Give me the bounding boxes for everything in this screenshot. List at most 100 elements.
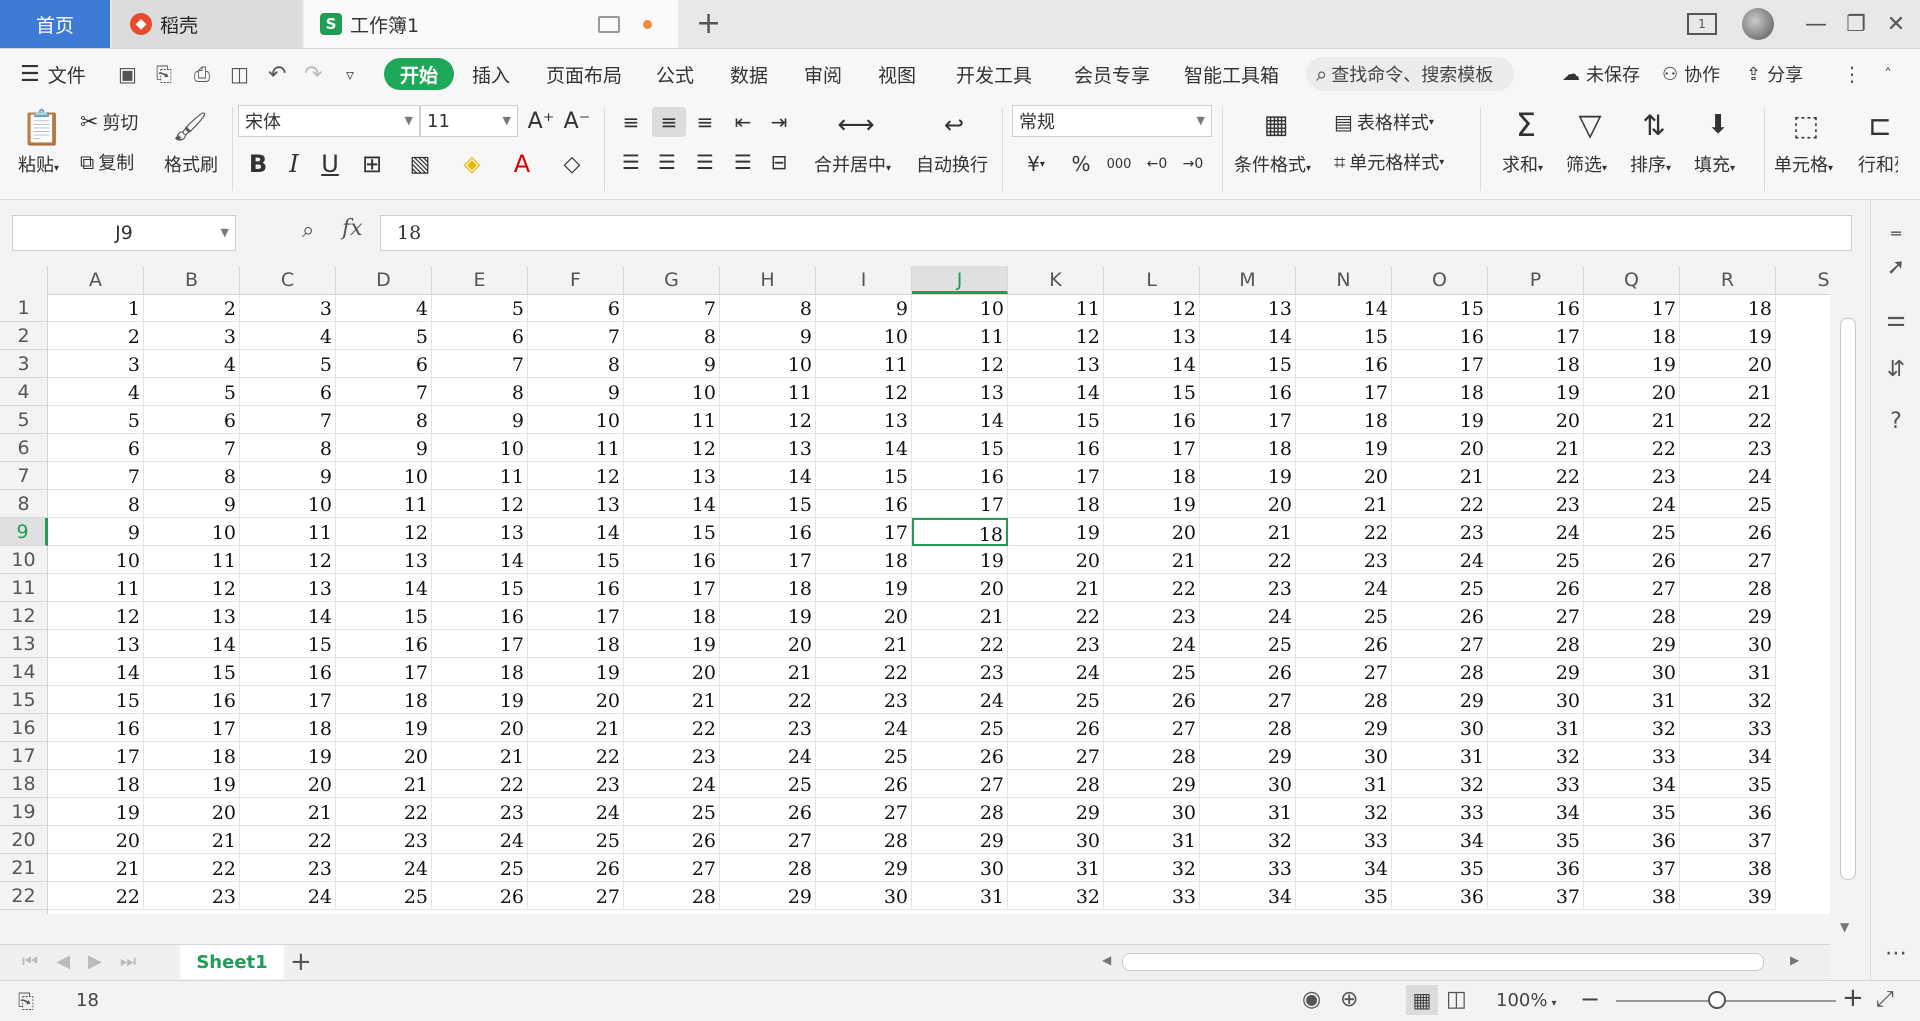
cell[interactable]: 30 bbox=[912, 854, 1008, 882]
number-format-select[interactable]: 常规 ▼ bbox=[1012, 105, 1212, 137]
cell[interactable]: 20 bbox=[1392, 434, 1488, 462]
cell[interactable]: 27 bbox=[1488, 602, 1584, 630]
column-header-f[interactable]: F bbox=[528, 266, 624, 294]
cell[interactable]: 24 bbox=[912, 686, 1008, 714]
cell[interactable]: 14 bbox=[720, 462, 816, 490]
merge-center-icon[interactable]: ⟷ bbox=[836, 109, 876, 141]
row-header-2[interactable]: 2 bbox=[0, 322, 48, 350]
row-header-12[interactable]: 12 bbox=[0, 602, 48, 630]
cell[interactable]: 31 bbox=[1296, 770, 1392, 798]
row-header-10[interactable]: 10 bbox=[0, 546, 48, 574]
cell[interactable]: 27 bbox=[1008, 742, 1104, 770]
cell[interactable]: 25 bbox=[912, 714, 1008, 742]
cell[interactable]: 26 bbox=[1392, 602, 1488, 630]
cell[interactable]: 20 bbox=[240, 770, 336, 798]
fx-icon[interactable]: fx bbox=[342, 216, 363, 241]
distribute-icon[interactable]: ⊟ bbox=[764, 147, 794, 177]
cell[interactable]: 13 bbox=[1200, 294, 1296, 322]
paste-icon[interactable]: 📋 bbox=[20, 105, 64, 151]
cell[interactable]: 24 bbox=[240, 882, 336, 910]
cell[interactable]: 13 bbox=[1104, 322, 1200, 350]
cell[interactable]: 28 bbox=[1392, 658, 1488, 686]
cell[interactable]: 5 bbox=[144, 378, 240, 406]
cell[interactable]: 8 bbox=[240, 434, 336, 462]
cell[interactable]: 23 bbox=[1104, 602, 1200, 630]
cell[interactable]: 22 bbox=[912, 630, 1008, 658]
cell[interactable]: 23 bbox=[912, 658, 1008, 686]
cell-style-button[interactable]: ⌗ 单元格样式 ▾ bbox=[1334, 149, 1444, 175]
cell[interactable]: 14 bbox=[528, 518, 624, 546]
cell[interactable]: 7 bbox=[240, 406, 336, 434]
row-header-20[interactable]: 20 bbox=[0, 826, 48, 854]
column-header-q[interactable]: Q bbox=[1584, 266, 1680, 294]
cell[interactable]: 22 bbox=[1200, 546, 1296, 574]
cell[interactable]: 22 bbox=[432, 770, 528, 798]
cell[interactable]: 23 bbox=[1392, 518, 1488, 546]
row-header-17[interactable]: 17 bbox=[0, 742, 48, 770]
cell[interactable]: 19 bbox=[720, 602, 816, 630]
decimal-increase-icon[interactable]: ←0 bbox=[1142, 147, 1172, 181]
cell[interactable]: 32 bbox=[1584, 714, 1680, 742]
table-style-button[interactable]: ▤ 表格样式 ▾ bbox=[1334, 109, 1434, 135]
menu-data[interactable]: 数据 bbox=[730, 49, 768, 99]
zoom-slider[interactable] bbox=[1616, 1000, 1836, 1002]
cell[interactable]: 25 bbox=[432, 854, 528, 882]
cell[interactable]: 8 bbox=[336, 406, 432, 434]
cell[interactable]: 27 bbox=[1104, 714, 1200, 742]
menu-insert[interactable]: 插入 bbox=[472, 49, 510, 99]
cell[interactable]: 16 bbox=[816, 490, 912, 518]
cell[interactable]: 24 bbox=[528, 798, 624, 826]
cell[interactable]: 20 bbox=[1008, 546, 1104, 574]
cell[interactable]: 20 bbox=[720, 630, 816, 658]
cell[interactable]: 32 bbox=[1488, 742, 1584, 770]
sheet-nav-icon[interactable]: ⏮◀▶⏭ bbox=[22, 951, 154, 972]
cell[interactable]: 9 bbox=[528, 378, 624, 406]
cell[interactable]: 29 bbox=[816, 854, 912, 882]
row-header-15[interactable]: 15 bbox=[0, 686, 48, 714]
cell[interactable]: 3 bbox=[48, 350, 144, 378]
cell[interactable]: 18 bbox=[624, 602, 720, 630]
cell[interactable]: 21 bbox=[1584, 406, 1680, 434]
cell[interactable]: 9 bbox=[48, 518, 144, 546]
cell[interactable]: 11 bbox=[912, 322, 1008, 350]
vertical-scrollbar[interactable]: ▼ bbox=[1834, 294, 1860, 944]
cell[interactable]: 24 bbox=[1008, 658, 1104, 686]
cell[interactable]: 23 bbox=[624, 742, 720, 770]
cell[interactable]: 28 bbox=[1584, 602, 1680, 630]
cell[interactable]: 19 bbox=[1200, 462, 1296, 490]
cell[interactable]: 28 bbox=[1104, 742, 1200, 770]
cell[interactable]: 25 bbox=[1104, 658, 1200, 686]
cell[interactable]: 19 bbox=[336, 714, 432, 742]
cell[interactable]: 3 bbox=[240, 294, 336, 322]
cell[interactable]: 30 bbox=[1680, 630, 1776, 658]
cell[interactable]: 16 bbox=[432, 602, 528, 630]
column-header-c[interactable]: C bbox=[240, 266, 336, 294]
cell[interactable]: 33 bbox=[1584, 742, 1680, 770]
cell[interactable]: 23 bbox=[432, 798, 528, 826]
cell[interactable]: 6 bbox=[48, 434, 144, 462]
cell[interactable]: 30 bbox=[1488, 686, 1584, 714]
format-painter-button[interactable]: 格式刷 bbox=[164, 151, 218, 177]
row-header-4[interactable]: 4 bbox=[0, 378, 48, 406]
cell[interactable]: 4 bbox=[336, 294, 432, 322]
cell[interactable]: 27 bbox=[1200, 686, 1296, 714]
row-header-16[interactable]: 16 bbox=[0, 714, 48, 742]
cell[interactable]: 7 bbox=[48, 462, 144, 490]
row-header-18[interactable]: 18 bbox=[0, 770, 48, 798]
column-header-n[interactable]: N bbox=[1296, 266, 1392, 294]
row-header-3[interactable]: 3 bbox=[0, 350, 48, 378]
cell[interactable]: 22 bbox=[144, 854, 240, 882]
cell[interactable]: 25 bbox=[1392, 574, 1488, 602]
cell[interactable]: 19 bbox=[912, 546, 1008, 574]
macro-icon[interactable]: ⎘ bbox=[18, 989, 34, 1013]
cell[interactable]: 13 bbox=[144, 602, 240, 630]
zoom-lookup-icon[interactable]: ⌕ bbox=[302, 218, 314, 243]
cell[interactable]: 31 bbox=[1488, 714, 1584, 742]
cell[interactable]: 27 bbox=[1296, 658, 1392, 686]
cell[interactable]: 27 bbox=[528, 882, 624, 910]
filter-icon[interactable]: ▽ bbox=[1572, 105, 1608, 145]
zoom-level[interactable]: 100% ▾ bbox=[1496, 990, 1557, 1011]
cell[interactable]: 20 bbox=[816, 602, 912, 630]
cell[interactable]: 37 bbox=[1584, 854, 1680, 882]
cell[interactable]: 17 bbox=[1392, 350, 1488, 378]
